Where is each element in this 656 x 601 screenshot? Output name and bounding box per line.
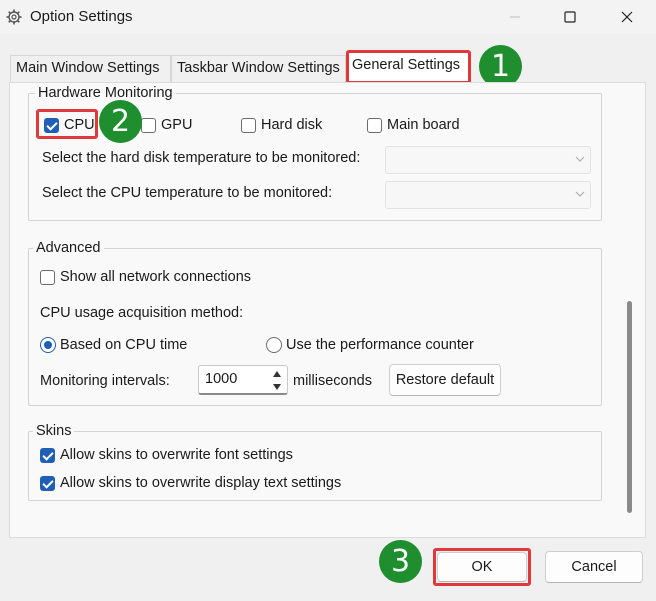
main-board-checkbox[interactable] bbox=[367, 118, 382, 133]
main-board-label: Main board bbox=[387, 117, 460, 133]
maximize-icon bbox=[564, 11, 576, 23]
scrollbar-thumb[interactable] bbox=[627, 301, 632, 513]
window-title: Option Settings bbox=[30, 8, 133, 25]
tab-taskbar-window-settings[interactable]: Taskbar Window Settings bbox=[171, 55, 346, 83]
caret-down-icon bbox=[273, 383, 281, 390]
show-network-checkbox[interactable] bbox=[40, 270, 55, 285]
interval-value: 1000 bbox=[205, 371, 238, 387]
cpu-temp-select[interactable] bbox=[385, 181, 591, 209]
general-settings-panel: Hardware Monitoring CPU GPU Hard disk Ma… bbox=[9, 82, 646, 538]
cancel-button[interactable]: Cancel bbox=[545, 551, 643, 583]
skins-title: Skins bbox=[33, 423, 75, 439]
step-3-badge: 3 bbox=[379, 540, 422, 583]
gear-icon bbox=[6, 9, 22, 25]
close-button[interactable] bbox=[602, 0, 652, 34]
chevron-down-icon bbox=[575, 156, 585, 162]
advanced-title: Advanced bbox=[33, 240, 104, 256]
cpu-highlight bbox=[36, 109, 98, 139]
chevron-down-icon bbox=[575, 191, 585, 197]
spin-down-button[interactable] bbox=[268, 380, 286, 393]
cpu-time-radio[interactable] bbox=[40, 337, 56, 353]
gpu-label: GPU bbox=[161, 117, 193, 133]
minimize-icon bbox=[510, 16, 520, 18]
skins-display-text-checkbox[interactable] bbox=[40, 476, 55, 491]
performance-counter-label: Use the performance counter bbox=[286, 337, 474, 353]
spin-buttons bbox=[268, 367, 286, 393]
close-icon bbox=[621, 11, 633, 23]
minimize-button[interactable] bbox=[490, 0, 540, 34]
interval-unit: milliseconds bbox=[293, 373, 372, 389]
gpu-checkbox[interactable] bbox=[141, 118, 156, 133]
show-network-label: Show all network connections bbox=[60, 269, 252, 285]
interval-spinbox[interactable]: 1000 bbox=[198, 365, 288, 395]
general-settings-highlight bbox=[346, 50, 471, 84]
hard-disk-label: Hard disk bbox=[261, 117, 323, 133]
caret-up-icon bbox=[273, 370, 281, 377]
cpu-time-label: Based on CPU time bbox=[60, 337, 188, 353]
tab-main-window-settings[interactable]: Main Window Settings bbox=[10, 55, 171, 83]
skins-display-text-label: Allow skins to overwrite display text se… bbox=[60, 475, 342, 491]
skins-font-label: Allow skins to overwrite font settings bbox=[60, 447, 293, 463]
spin-up-button[interactable] bbox=[268, 367, 286, 380]
skins-font-checkbox[interactable] bbox=[40, 448, 55, 463]
maximize-button[interactable] bbox=[545, 0, 595, 34]
cpu-temp-label: Select the CPU temperature to be monitor… bbox=[42, 185, 333, 201]
ok-highlight bbox=[433, 548, 531, 586]
restore-default-button[interactable]: Restore default bbox=[389, 364, 501, 396]
hard-disk-checkbox[interactable] bbox=[241, 118, 256, 133]
title-bar: Option Settings bbox=[0, 0, 656, 34]
disk-temp-select[interactable] bbox=[385, 146, 591, 174]
step-2-badge: 2 bbox=[99, 100, 142, 143]
interval-label: Monitoring intervals: bbox=[40, 373, 170, 389]
cpu-method-label: CPU usage acquisition method: bbox=[40, 305, 244, 321]
hardware-monitoring-title: Hardware Monitoring bbox=[35, 85, 176, 101]
performance-counter-radio[interactable] bbox=[266, 337, 282, 353]
disk-temp-label: Select the hard disk temperature to be m… bbox=[42, 150, 361, 166]
